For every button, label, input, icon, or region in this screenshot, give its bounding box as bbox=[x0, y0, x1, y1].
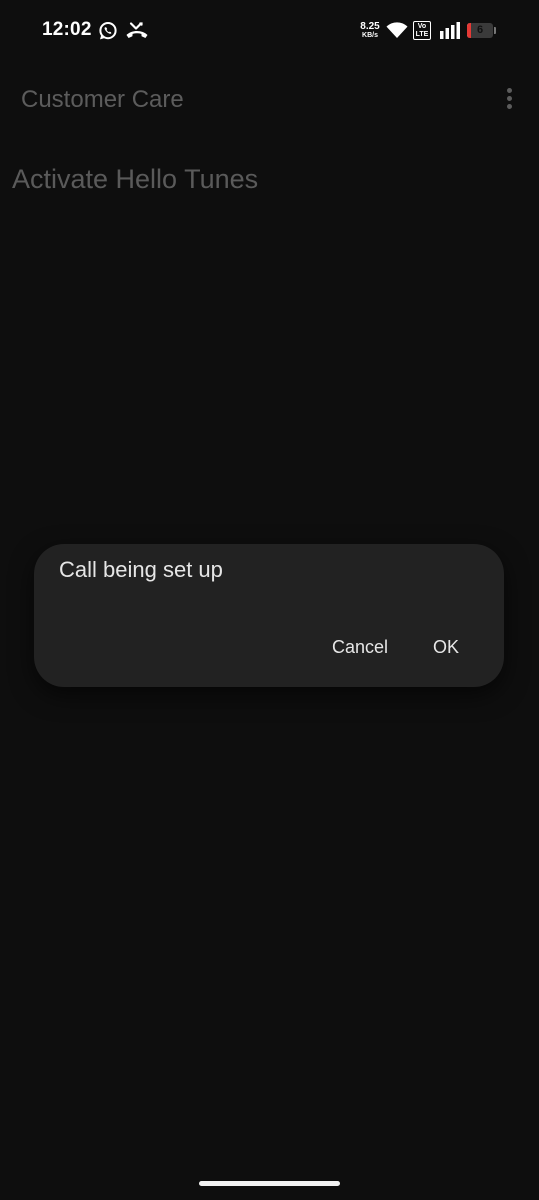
cancel-button[interactable]: Cancel bbox=[332, 632, 388, 662]
call-setup-dialog: Call being set up Cancel OK bbox=[34, 544, 504, 687]
network-speed: 8.25 KB/s bbox=[357, 22, 383, 40]
ok-button[interactable]: OK bbox=[433, 632, 459, 662]
status-bar: 12:02 8.25 KB/s Vo LTE 6 bbox=[0, 0, 539, 62]
phone-screen: 12:02 8.25 KB/s Vo LTE 6 Customer Care A… bbox=[0, 0, 539, 1200]
status-time: 12:02 bbox=[42, 19, 92, 40]
gesture-navigation-bar[interactable] bbox=[199, 1181, 340, 1186]
battery-tip bbox=[494, 27, 496, 34]
page-heading: Activate Hello Tunes bbox=[12, 164, 259, 194]
missed-call-icon bbox=[125, 21, 149, 46]
volte-icon: Vo LTE bbox=[413, 21, 431, 40]
signal-icon bbox=[440, 22, 462, 44]
app-title: Customer Care bbox=[21, 86, 184, 113]
network-speed-unit: KB/s bbox=[362, 32, 378, 39]
volte-label-top: Vo bbox=[417, 23, 427, 30]
network-speed-value: 8.25 bbox=[360, 21, 380, 32]
volte-label-bottom: LTE bbox=[415, 30, 429, 38]
whatsapp-icon bbox=[98, 21, 118, 46]
dialog-message: Call being set up bbox=[59, 557, 223, 582]
menu-dot bbox=[507, 88, 512, 93]
wifi-icon bbox=[386, 21, 408, 44]
battery-icon: 6 bbox=[467, 23, 493, 38]
menu-dot bbox=[507, 96, 512, 101]
more-vertical-icon[interactable] bbox=[500, 84, 520, 114]
battery-level: 6 bbox=[476, 24, 484, 36]
menu-dot bbox=[507, 104, 512, 109]
